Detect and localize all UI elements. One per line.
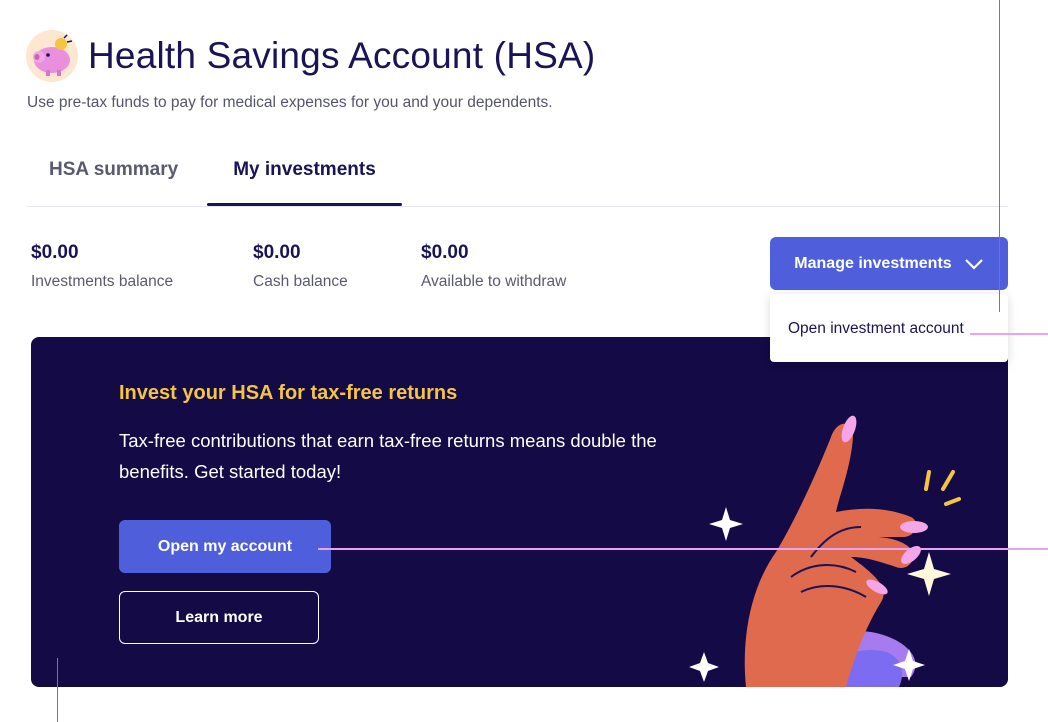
annotation-line	[970, 333, 1048, 335]
manage-investments-menu: Open investment account	[770, 294, 1008, 362]
tab-label: My investments	[233, 159, 376, 180]
balance-value: $0.00	[253, 242, 301, 263]
tab-my-investments[interactable]: My investments	[207, 150, 402, 206]
active-tab-underline	[207, 203, 402, 206]
balance-value: $0.00	[31, 242, 79, 263]
snapping-hand-illustration	[689, 415, 961, 687]
investments-balance: $0.00 Investments balance	[31, 242, 173, 291]
sparkle-icon	[689, 652, 719, 682]
balance-label: Cash balance	[253, 273, 348, 290]
promo-body: Tax-free contributions that earn tax-fre…	[119, 430, 657, 482]
manage-investments-label: Manage investments	[794, 254, 952, 272]
page-header: Health Savings Account (HSA)	[26, 30, 595, 82]
balance-value: $0.00	[421, 242, 469, 263]
page-title: Health Savings Account (HSA)	[88, 35, 596, 76]
manage-investments-button[interactable]: Manage investments	[770, 237, 1008, 290]
menu-item-open-investment-account[interactable]: Open investment account	[788, 320, 964, 338]
balance-label: Investments balance	[31, 273, 174, 290]
annotation-line	[999, 0, 1000, 312]
learn-more-button[interactable]: Learn more	[119, 591, 319, 644]
sparkle-icon	[709, 507, 743, 541]
invest-promo-banner: Invest your HSA for tax-free returns Tax…	[31, 337, 1008, 687]
tab-hsa-summary[interactable]: HSA summary	[49, 150, 178, 206]
tab-bar: HSA summary My investments	[27, 150, 1008, 207]
chevron-down-icon	[964, 258, 983, 270]
annotation-line	[318, 548, 1048, 550]
page-subtitle: Use pre-tax funds to pay for medical exp…	[27, 94, 553, 111]
open-my-account-button[interactable]: Open my account	[119, 520, 331, 573]
promo-headline: Invest your HSA for tax-free returns	[119, 382, 458, 404]
balance-label: Available to withdraw	[421, 273, 567, 290]
annotation-line	[57, 658, 58, 722]
available-to-withdraw: $0.00 Available to withdraw	[421, 242, 566, 291]
piggy-bank-icon	[26, 30, 78, 82]
cash-balance: $0.00 Cash balance	[253, 242, 348, 291]
